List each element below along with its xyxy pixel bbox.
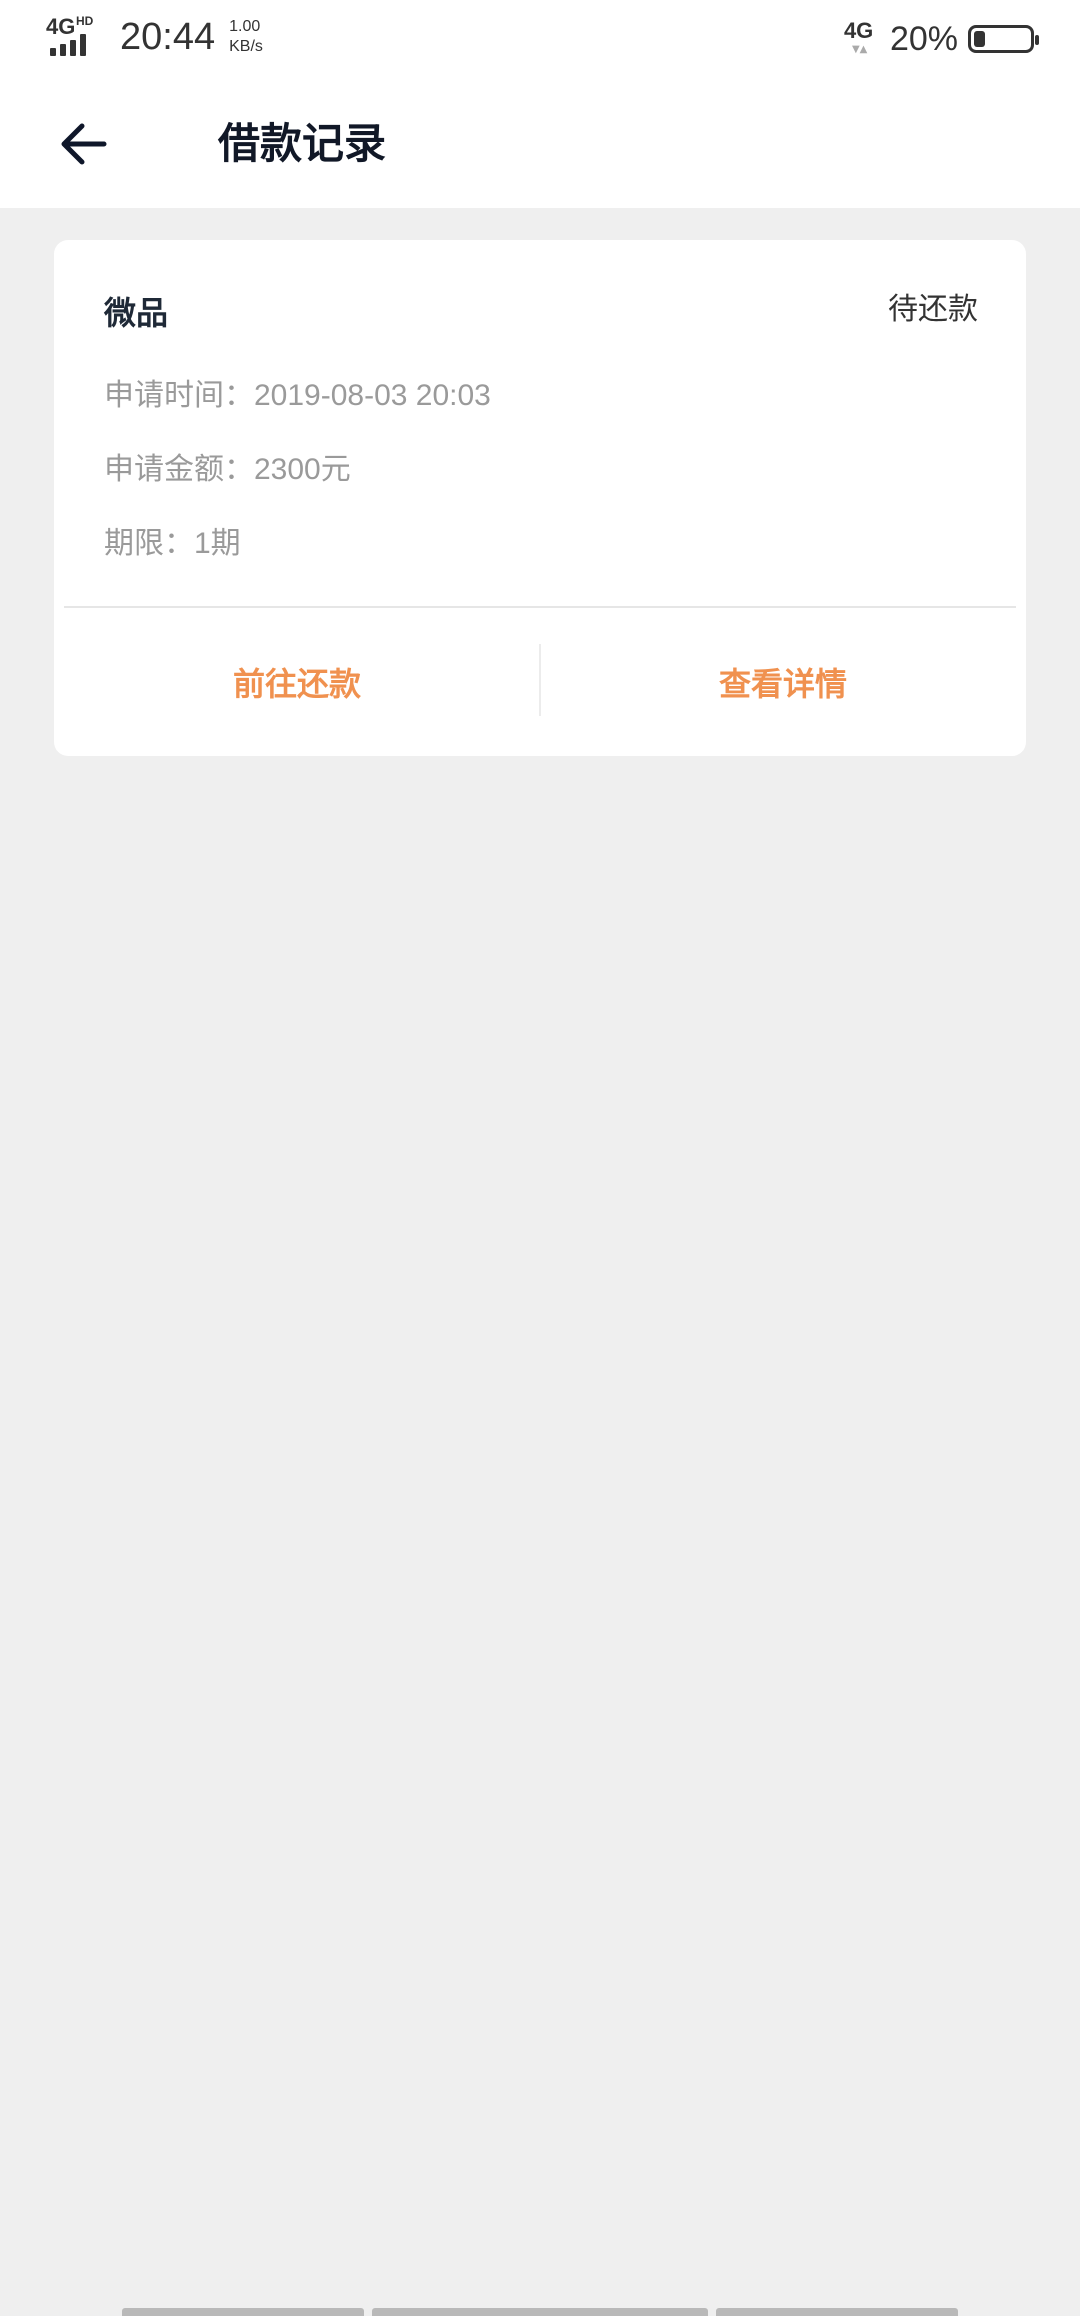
back-button[interactable]	[48, 108, 120, 180]
battery-icon	[968, 25, 1039, 53]
status-left: 4G HD 20:44 1.00 KB/s	[46, 14, 263, 60]
battery-level-fill	[974, 31, 985, 47]
data-arrows-icon: ▼▲	[851, 44, 868, 55]
apply-amount-label: 申请金额：	[104, 452, 254, 487]
network-hd-label: HD	[76, 14, 94, 28]
loan-record-card: 微品 待还款 申请时间：2019-08-03 20:03 申请金额：2300元 …	[54, 240, 1026, 756]
apply-amount-row: 申请金额：2300元	[104, 444, 351, 488]
card-actions: 前往还款 查看详情	[54, 608, 1026, 756]
network-speed-unit: KB/s	[229, 38, 263, 55]
app-bar: 借款记录	[0, 80, 1080, 208]
status-bar: 4G HD 20:44 1.00 KB/s 4G ▼▲ 20%	[0, 0, 1080, 80]
term-row: 期限：1期	[104, 518, 241, 562]
loan-product-name: 微品	[104, 294, 169, 332]
apply-time-value: 2019-08-03 20:03	[254, 379, 491, 412]
apply-amount-value: 2300元	[254, 453, 351, 486]
signal-bars	[50, 34, 86, 56]
network-speed: 1.00 KB/s	[229, 17, 263, 57]
apply-time-row: 申请时间：2019-08-03 20:03	[104, 370, 491, 414]
apply-time-label: 申请时间：	[104, 378, 254, 413]
status-right: 4G ▼▲ 20%	[844, 18, 1039, 60]
network-type-right: 4G	[843, 18, 874, 43]
term-value: 1期	[194, 527, 241, 560]
loan-status-badge: 待还款	[888, 292, 978, 327]
back-arrow-icon	[61, 123, 107, 165]
term-label: 期限：	[104, 526, 194, 561]
network-speed-value: 1.00	[229, 18, 261, 35]
go-repay-button[interactable]: 前往还款	[54, 608, 540, 756]
gesture-bar	[0, 2308, 1080, 2316]
data-network-icon: 4G ▼▲	[844, 18, 880, 60]
gesture-bar-center[interactable]	[372, 2308, 708, 2316]
status-time: 20:44	[120, 15, 216, 58]
page-title: 借款记录	[218, 119, 387, 168]
battery-percent: 20%	[889, 19, 958, 58]
gesture-bar-right[interactable]	[716, 2308, 958, 2316]
gesture-bar-left[interactable]	[122, 2308, 364, 2316]
cellular-signal-icon: 4G HD	[46, 14, 102, 60]
view-details-button[interactable]: 查看详情	[540, 608, 1026, 756]
